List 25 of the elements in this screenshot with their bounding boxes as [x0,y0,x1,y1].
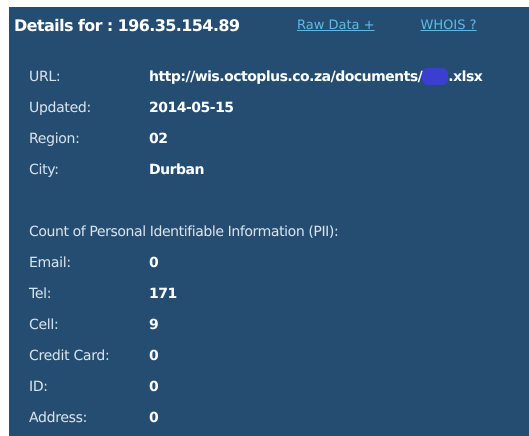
field-label: Tel: [29,286,52,302]
field-label: City: [29,162,60,178]
field-value: 9 [149,316,160,332]
field-value: 171 [149,286,178,302]
field-label: Updated: [29,100,92,116]
header-link[interactable]: Raw Data + [297,18,375,33]
field-value: 2014-05-15 [149,100,234,116]
field-label: Region: [29,130,81,146]
field-label: URL: [29,68,62,84]
field-label: Cell: [29,316,60,332]
field-label: ID: [29,378,49,394]
field-value: 0 [149,254,160,270]
field-value: http://wis.octoplus.co.za/documents/ [149,68,422,84]
section-heading: Count of Personal Identifiable Information (PII): [29,222,340,242]
field-label: Email: [29,254,72,270]
file-extension: .xlsx [448,68,482,84]
field-label: Credit Card: [29,348,110,364]
field-value: 0 [149,410,160,426]
field-label: Address: [29,410,88,426]
field-value: 0 [149,348,160,364]
details-title: Details for : 196.35.154.89 [14,16,240,35]
field-value: 0 [149,378,160,394]
header-link[interactable]: WHOIS ? [420,18,477,33]
field-value: Durban [149,162,204,178]
field-value: 02 [149,130,168,146]
